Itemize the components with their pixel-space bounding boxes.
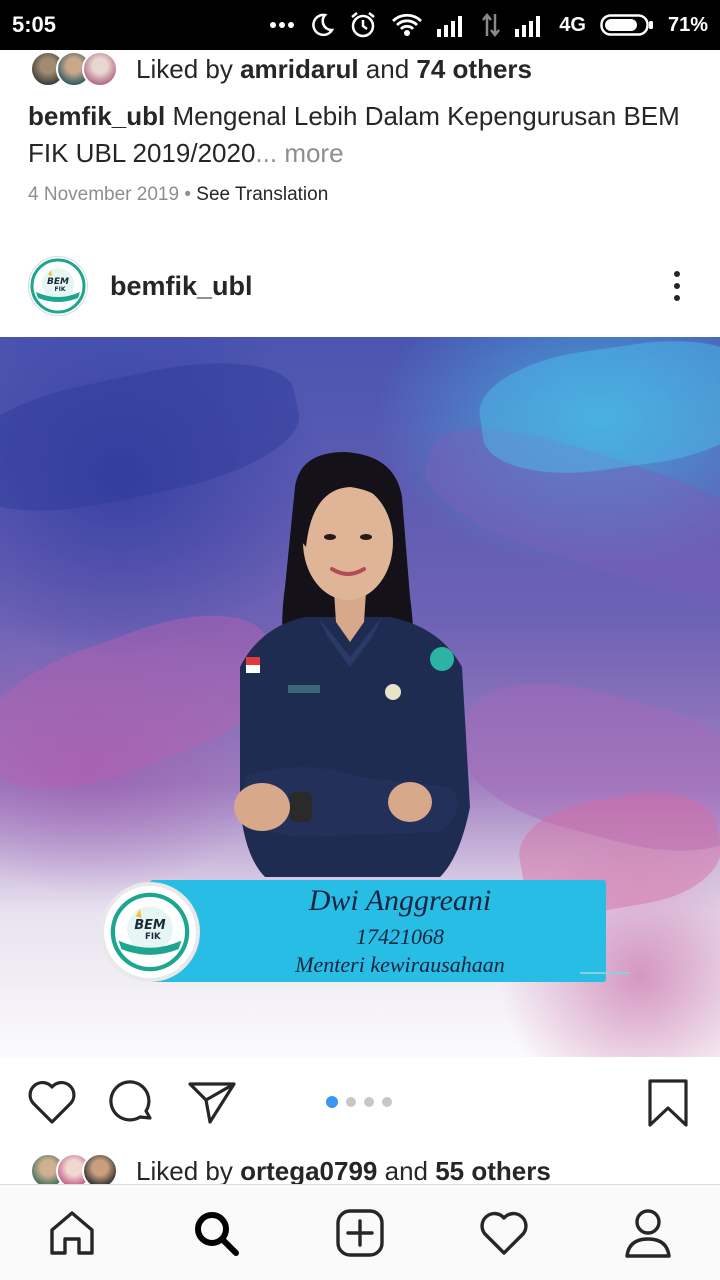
likes-summary: Liked by ortega0799 and 55 others [136,1156,551,1187]
nav-search-button[interactable] [190,1207,242,1259]
search-icon [195,1212,239,1256]
card-role: Menteri kewirausahaan [295,952,505,977]
signal-icon-2 [515,16,541,37]
more-options-button[interactable] [662,266,692,306]
see-translation-link[interactable]: See Translation [196,184,328,205]
nav-activity-button[interactable] [478,1207,530,1259]
battery-icon [600,14,653,36]
post-image[interactable]: BEM FIK Dwi Anggreani 17421068 Menteri k… [0,337,720,1057]
add-post-icon [336,1209,384,1257]
likes-and: and [377,1155,436,1186]
carousel-indicator [326,1096,392,1108]
bem-fik-logo-icon: BEM FIK [30,258,86,314]
data-transfer-icon [482,12,501,38]
comment-icon [109,1080,152,1122]
liked-username[interactable]: amridarul [240,54,359,84]
previous-post-likes[interactable]: Liked by amridarul and 74 others [30,50,532,88]
post-caption: bemfik_ubl Mengenal Lebih Dalam Kepengur… [28,98,688,172]
like-button[interactable] [26,1078,78,1131]
card-student-id: 17421068 [356,924,444,949]
wifi-icon [392,13,423,36]
liked-username[interactable]: ortega0799 [240,1156,377,1186]
status-icons: 4G 71% [269,11,708,39]
caption-username[interactable]: bemfik_ubl [28,101,165,131]
save-button[interactable] [644,1078,692,1133]
likes-count[interactable]: 55 others [435,1156,551,1186]
caption-more-link[interactable]: ... more [255,138,343,168]
profile-avatar[interactable]: BEM FIK [28,256,88,316]
share-button[interactable] [186,1078,238,1131]
carousel-dot [382,1097,392,1107]
send-icon [188,1082,236,1124]
post-header: BEM FIK bemfik_ubl [0,250,720,322]
heart-icon [28,1080,76,1124]
svg-text:FIK: FIK [55,286,66,293]
likes-prefix: Liked by [136,53,241,84]
meta-separator: • [179,184,197,205]
name-card: BEM FIK Dwi Anggreani 17421068 Menteri k… [100,880,630,984]
dot-icon [674,271,680,277]
dot-icon [674,295,680,301]
battery-percent: 71% [667,13,708,36]
signal-icon [437,16,463,37]
nav-profile-button[interactable] [622,1207,674,1259]
more-notifications-icon [270,22,295,28]
bem-fik-logo-icon: BEM FIK [110,892,190,972]
activity-heart-icon [480,1211,528,1255]
svg-text:FIK: FIK [145,932,161,942]
post-date: 4 November 2019 [28,184,180,205]
bottom-navigation [0,1184,720,1280]
status-time: 5:05 [12,12,57,37]
comment-button[interactable] [106,1078,158,1131]
nav-new-post-button[interactable] [334,1207,386,1259]
liker-avatars [30,51,118,87]
likes-prefix: Liked by [136,1155,241,1186]
likes-summary: Liked by amridarul and 74 others [136,54,532,85]
post-meta: 4 November 2019 • See Translation [28,184,328,206]
likes-count[interactable]: 74 others [416,54,532,84]
nav-home-button[interactable] [46,1207,98,1259]
network-type: 4G [559,13,586,36]
avatar [82,51,118,87]
carousel-dot [364,1097,374,1107]
dot-icon [674,283,680,289]
svg-text:BEM: BEM [134,918,166,933]
moon-icon [312,13,335,37]
post-username[interactable]: bemfik_ubl [110,271,253,302]
carousel-dot [346,1097,356,1107]
name-card-logo: BEM FIK [100,882,200,982]
likes-and: and [358,53,417,84]
bookmark-icon [648,1079,688,1127]
home-icon [50,1211,94,1255]
card-name: Dwi Anggreani [308,884,492,917]
alarm-icon [351,12,376,38]
status-bar: 5:05 4G 71% [0,0,720,50]
post-actions [0,1070,720,1136]
carousel-dot [326,1096,338,1108]
profile-icon [625,1209,671,1258]
